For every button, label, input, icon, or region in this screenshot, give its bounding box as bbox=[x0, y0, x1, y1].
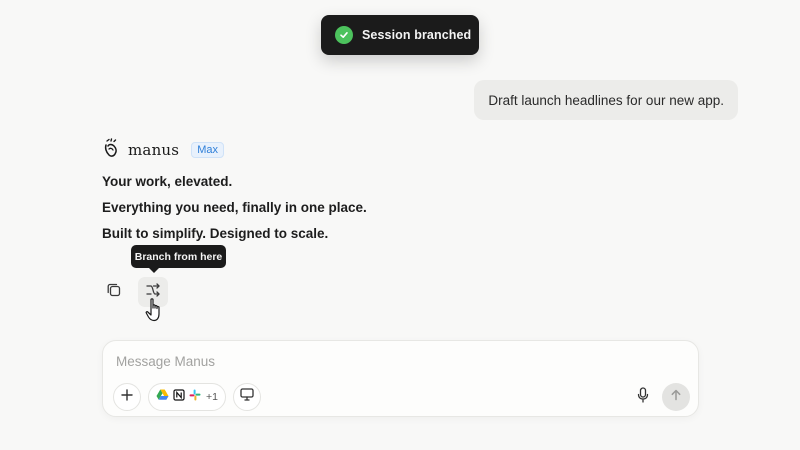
hand-cursor-icon bbox=[144, 297, 166, 323]
connectors-more-count: +1 bbox=[206, 391, 218, 403]
check-icon bbox=[335, 26, 353, 44]
monitor-icon bbox=[240, 388, 254, 406]
toast-text: Session branched bbox=[362, 28, 472, 42]
manus-logo-icon bbox=[102, 137, 120, 163]
message-input[interactable] bbox=[116, 351, 676, 371]
send-button[interactable] bbox=[662, 383, 690, 411]
microphone-icon bbox=[637, 386, 649, 408]
assistant-header: manus Max bbox=[102, 137, 224, 163]
computer-mode-button[interactable] bbox=[233, 383, 261, 411]
voice-input-button[interactable] bbox=[633, 386, 653, 408]
assistant-line-1: Your work, elevated. bbox=[102, 174, 233, 189]
assistant-line-3: Built to simplify. Designed to scale. bbox=[102, 226, 329, 241]
slack-icon bbox=[189, 388, 201, 406]
arrow-up-icon bbox=[670, 388, 682, 406]
notion-icon bbox=[173, 388, 185, 406]
add-attachment-button[interactable] bbox=[113, 383, 141, 411]
assistant-line-2: Everything you need, finally in one plac… bbox=[102, 200, 367, 215]
branch-tooltip: Branch from here bbox=[131, 245, 226, 273]
connectors-button[interactable]: +1 bbox=[148, 383, 226, 411]
message-composer: +1 bbox=[102, 340, 699, 417]
assistant-name: manus bbox=[128, 141, 180, 159]
toast-notification: Session branched bbox=[321, 15, 479, 55]
copy-icon bbox=[105, 281, 123, 304]
plan-badge: Max bbox=[191, 142, 224, 158]
copy-button[interactable] bbox=[99, 277, 129, 307]
plus-icon bbox=[121, 388, 133, 406]
google-drive-icon bbox=[156, 388, 169, 406]
user-message-bubble: Draft launch headlines for our new app. bbox=[474, 80, 738, 120]
user-message-text: Draft launch headlines for our new app. bbox=[488, 92, 724, 108]
